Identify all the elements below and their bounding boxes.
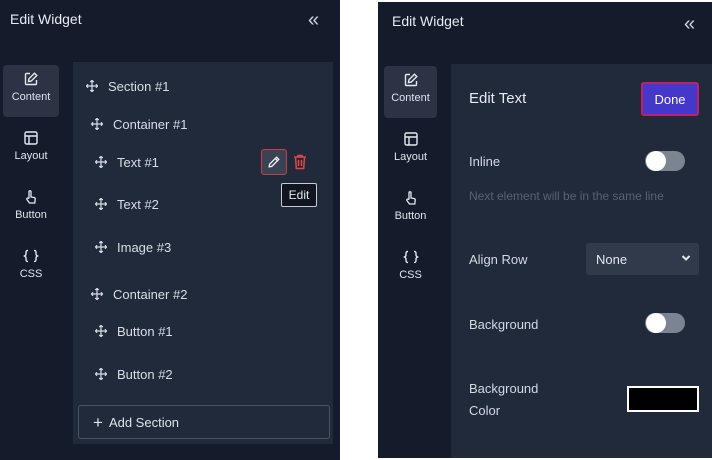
panel-title: Edit Widget <box>392 13 464 29</box>
move-handle-icon[interactable] <box>85 79 99 93</box>
tree-item-label: Image #3 <box>117 239 172 255</box>
trash-icon[interactable] <box>292 153 308 171</box>
align-row-select[interactable]: None <box>586 243 699 275</box>
tree-item-container-1[interactable]: Container #1 <box>90 113 187 135</box>
tree-item-label: Container #1 <box>113 116 188 132</box>
move-handle-icon[interactable] <box>94 324 108 338</box>
tab-button-label: Button <box>15 209 47 221</box>
background-toggle[interactable] <box>645 313 685 333</box>
move-handle-icon[interactable] <box>94 155 108 169</box>
tab-layout[interactable]: Layout <box>384 125 437 177</box>
tab-button[interactable]: Button <box>384 184 437 236</box>
move-handle-icon[interactable] <box>90 287 104 301</box>
tab-layout-label: Layout <box>14 150 48 162</box>
align-row-label: Align Row <box>469 252 528 267</box>
braces-icon <box>402 250 419 264</box>
inline-label: Inline <box>469 154 501 169</box>
pointer-hand-icon <box>26 190 36 204</box>
tab-layout[interactable]: Layout <box>3 124 59 176</box>
inline-hint: Next element will be in the same line <box>469 189 664 203</box>
move-handle-icon[interactable] <box>94 240 108 254</box>
move-handle-icon[interactable] <box>90 117 104 131</box>
plus-icon: + <box>93 412 103 432</box>
tree-item-label: Button #2 <box>117 366 173 382</box>
right-edit-widget-panel: Edit Widget « Content Layout Button CSS … <box>378 2 712 458</box>
tab-content-label: Content <box>391 92 430 104</box>
background-color-picker[interactable] <box>627 386 699 412</box>
tab-content[interactable]: Content <box>3 65 59 117</box>
collapse-panel-icon[interactable]: « <box>684 14 695 34</box>
background-color-label-line1: Background <box>469 381 539 396</box>
layout-icon <box>403 132 418 146</box>
tree-item-text-1[interactable]: Text #1 <box>94 151 159 173</box>
tree-item-section-1[interactable]: Section #1 <box>85 75 169 97</box>
toggle-knob <box>646 151 666 171</box>
tab-layout-label: Layout <box>393 151 428 163</box>
add-section-button[interactable]: + Add Section <box>78 405 330 439</box>
background-label: Background <box>469 317 539 332</box>
edit-square-icon <box>404 73 418 87</box>
tree-item-label: Section #1 <box>108 78 170 94</box>
pointer-hand-icon <box>405 191 416 205</box>
tree-item-text-2[interactable]: Text #2 <box>94 193 159 215</box>
tree-item-label: Container #2 <box>113 286 188 302</box>
done-button[interactable]: Done <box>641 82 699 116</box>
edit-tooltip: Edit <box>281 183 317 207</box>
section-title: Edit Text <box>469 90 527 107</box>
edit-element-button[interactable] <box>261 149 287 175</box>
layout-icon <box>24 131 38 145</box>
edit-square-icon <box>24 72 38 86</box>
collapse-panel-icon[interactable]: « <box>308 10 319 30</box>
left-edit-widget-panel: Edit Widget « Content Layout Button CSS … <box>0 0 340 460</box>
tab-css[interactable]: CSS <box>384 243 437 295</box>
panel-title: Edit Widget <box>10 11 82 27</box>
tab-content[interactable]: Content <box>384 66 437 118</box>
move-handle-icon[interactable] <box>94 367 108 381</box>
tree-item-label: Text #1 <box>117 154 159 170</box>
move-handle-icon[interactable] <box>94 197 108 211</box>
tree-item-image-3[interactable]: Image #3 <box>94 236 171 258</box>
tab-css-label: CSS <box>19 268 43 280</box>
align-row-value: None <box>596 251 628 267</box>
tree-item-button-1[interactable]: Button #1 <box>94 320 173 342</box>
tree-item-button-2[interactable]: Button #2 <box>94 363 173 385</box>
tree-item-label: Text #2 <box>117 196 159 212</box>
tree-item-label: Button #1 <box>117 323 173 339</box>
chevron-down-icon <box>681 255 691 261</box>
toggle-knob <box>646 313 666 333</box>
inline-toggle[interactable] <box>645 151 685 171</box>
tab-css-label: CSS <box>399 269 422 281</box>
tab-button-label: Button <box>394 210 427 222</box>
background-color-label-line2: Color <box>469 403 501 418</box>
add-section-label: Add Section <box>108 414 180 430</box>
tab-css[interactable]: CSS <box>3 242 59 294</box>
pencil-icon <box>268 156 280 168</box>
tab-button[interactable]: Button <box>3 183 59 235</box>
tab-content-label: Content <box>11 91 51 103</box>
tree-item-container-2[interactable]: Container #2 <box>90 283 187 305</box>
braces-icon <box>23 249 39 263</box>
